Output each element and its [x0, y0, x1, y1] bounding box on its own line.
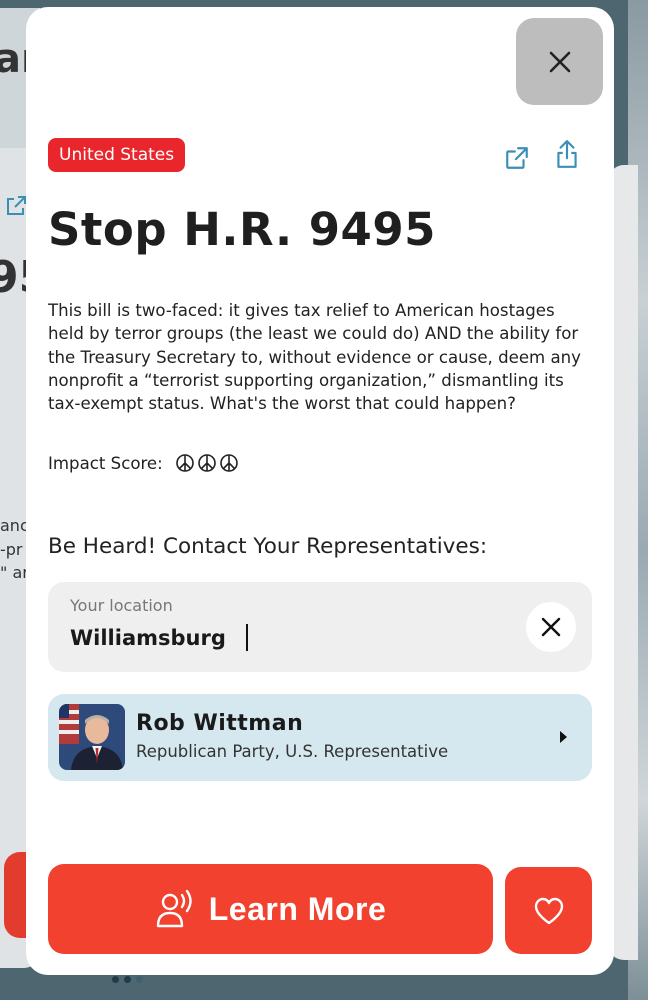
bill-title: Stop H.R. 9495 — [48, 203, 436, 256]
close-icon — [541, 617, 561, 637]
impact-score-label: Impact Score: — [48, 453, 163, 473]
country-badge: United States — [48, 138, 186, 172]
share-button[interactable] — [553, 140, 581, 168]
share-icon — [557, 140, 577, 168]
learn-more-label: Learn More — [208, 890, 387, 927]
close-icon — [549, 51, 570, 72]
representative-avatar — [59, 704, 125, 770]
bill-detail-modal: United States Stop H.R. 9495 This bill i… — [26, 7, 614, 975]
location-input[interactable] — [70, 622, 500, 654]
open-external-button[interactable] — [503, 144, 531, 172]
speaking-person-icon — [156, 889, 192, 928]
impact-score-value — [175, 453, 239, 473]
pager-dot-active[interactable] — [124, 976, 131, 983]
bill-description: This bill is two-faced: it gives tax rel… — [48, 301, 581, 414]
learn-more-button[interactable]: Learn More — [48, 864, 493, 954]
contact-heading: Be Heard! Contact Your Representatives: — [48, 534, 488, 559]
external-link-icon — [506, 147, 528, 169]
representative-card[interactable]: Rob Wittman Republican Party, U.S. Repre… — [48, 694, 592, 781]
pager-dots — [112, 976, 143, 983]
clear-location-button[interactable] — [526, 602, 576, 652]
heart-icon — [534, 897, 563, 924]
representative-role: Republican Party, U.S. Representative — [136, 742, 449, 761]
peace-icon — [219, 454, 238, 472]
peace-icon — [197, 454, 216, 472]
pager-dot[interactable] — [136, 976, 143, 983]
previous-card-number: 95 — [0, 252, 26, 303]
close-button[interactable] — [516, 18, 603, 105]
previous-card-title: ar — [0, 36, 28, 82]
location-field[interactable]: Your location — [48, 582, 592, 672]
previous-card-external-link-icon — [7, 196, 26, 215]
representative-name: Rob Wittman — [136, 711, 304, 736]
previous-card-text-line: " ar — [0, 563, 26, 582]
previous-card-text-line: -pr — [0, 540, 23, 559]
favorite-button[interactable] — [505, 867, 592, 954]
location-label: Your location — [70, 596, 173, 615]
peace-icon — [175, 454, 194, 472]
impact-score-row: Impact Score: — [48, 453, 239, 473]
pager-dot[interactable] — [112, 976, 119, 983]
previous-card-text-line: anc — [0, 516, 26, 535]
text-caret — [246, 624, 248, 651]
caret-right-icon — [560, 731, 567, 743]
